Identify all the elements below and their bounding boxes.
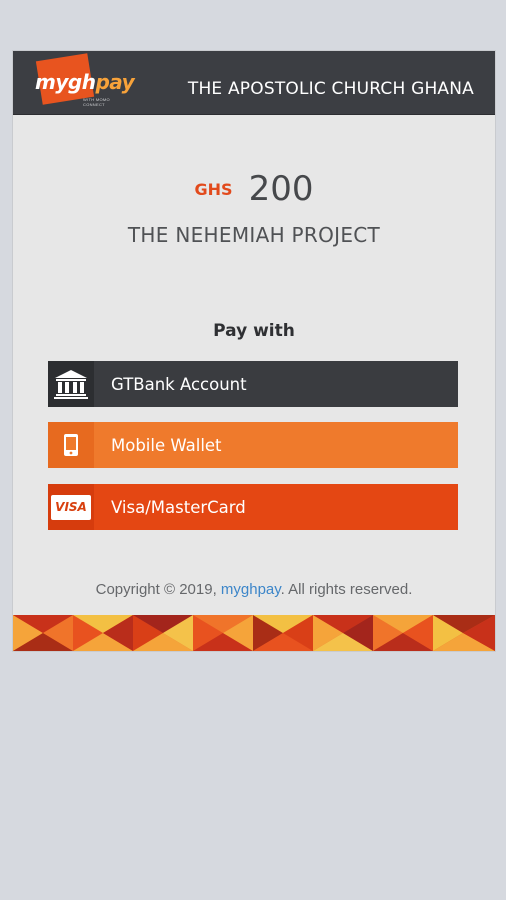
copyright-text: Copyright © 2019, myghpay. All rights re… [13, 581, 495, 598]
copyright-prefix: Copyright © 2019, [95, 581, 221, 598]
logo-my: mygh [35, 70, 96, 94]
amount-row: GHS 200 [13, 169, 495, 209]
myghpay-link[interactable]: myghpay [221, 581, 281, 598]
amount-value: 200 [248, 169, 314, 209]
logo-tagline: WITH MOMO CONNECT [83, 97, 110, 107]
mobile-wallet-label: Mobile Wallet [111, 435, 222, 455]
visa-mastercard-label: Visa/MasterCard [111, 497, 246, 517]
project-title: THE NEHEMIAH PROJECT [127, 223, 381, 247]
copyright-suffix: . All rights reserved. [280, 581, 413, 598]
bank-icon [48, 361, 94, 407]
visa-card-icon: VISA [48, 484, 94, 530]
header-bar: myghpay WITH MOMO CONNECT THE APOSTOLIC … [13, 51, 495, 115]
gtbank-account-label: GTBank Account [111, 374, 247, 394]
gtbank-account-button[interactable]: GTBank Account [48, 361, 458, 407]
logo-pay: pay [95, 70, 135, 94]
payment-card: myghpay WITH MOMO CONNECT THE APOSTOLIC … [13, 51, 495, 651]
decorative-triangle-pattern [13, 615, 495, 651]
mobile-phone-icon [48, 422, 94, 468]
logo-wordmark: myghpay [35, 70, 135, 94]
mobile-wallet-button[interactable]: Mobile Wallet [48, 422, 458, 468]
visa-badge: VISA [51, 494, 91, 520]
pay-with-heading: Pay with [213, 321, 295, 341]
myghpay-logo: myghpay WITH MOMO CONNECT [35, 53, 135, 109]
currency-code: GHS [194, 179, 233, 199]
visa-mastercard-button[interactable]: VISA Visa/MasterCard [48, 484, 458, 530]
organization-name: THE APOSTOLIC CHURCH GHANA [187, 79, 474, 99]
